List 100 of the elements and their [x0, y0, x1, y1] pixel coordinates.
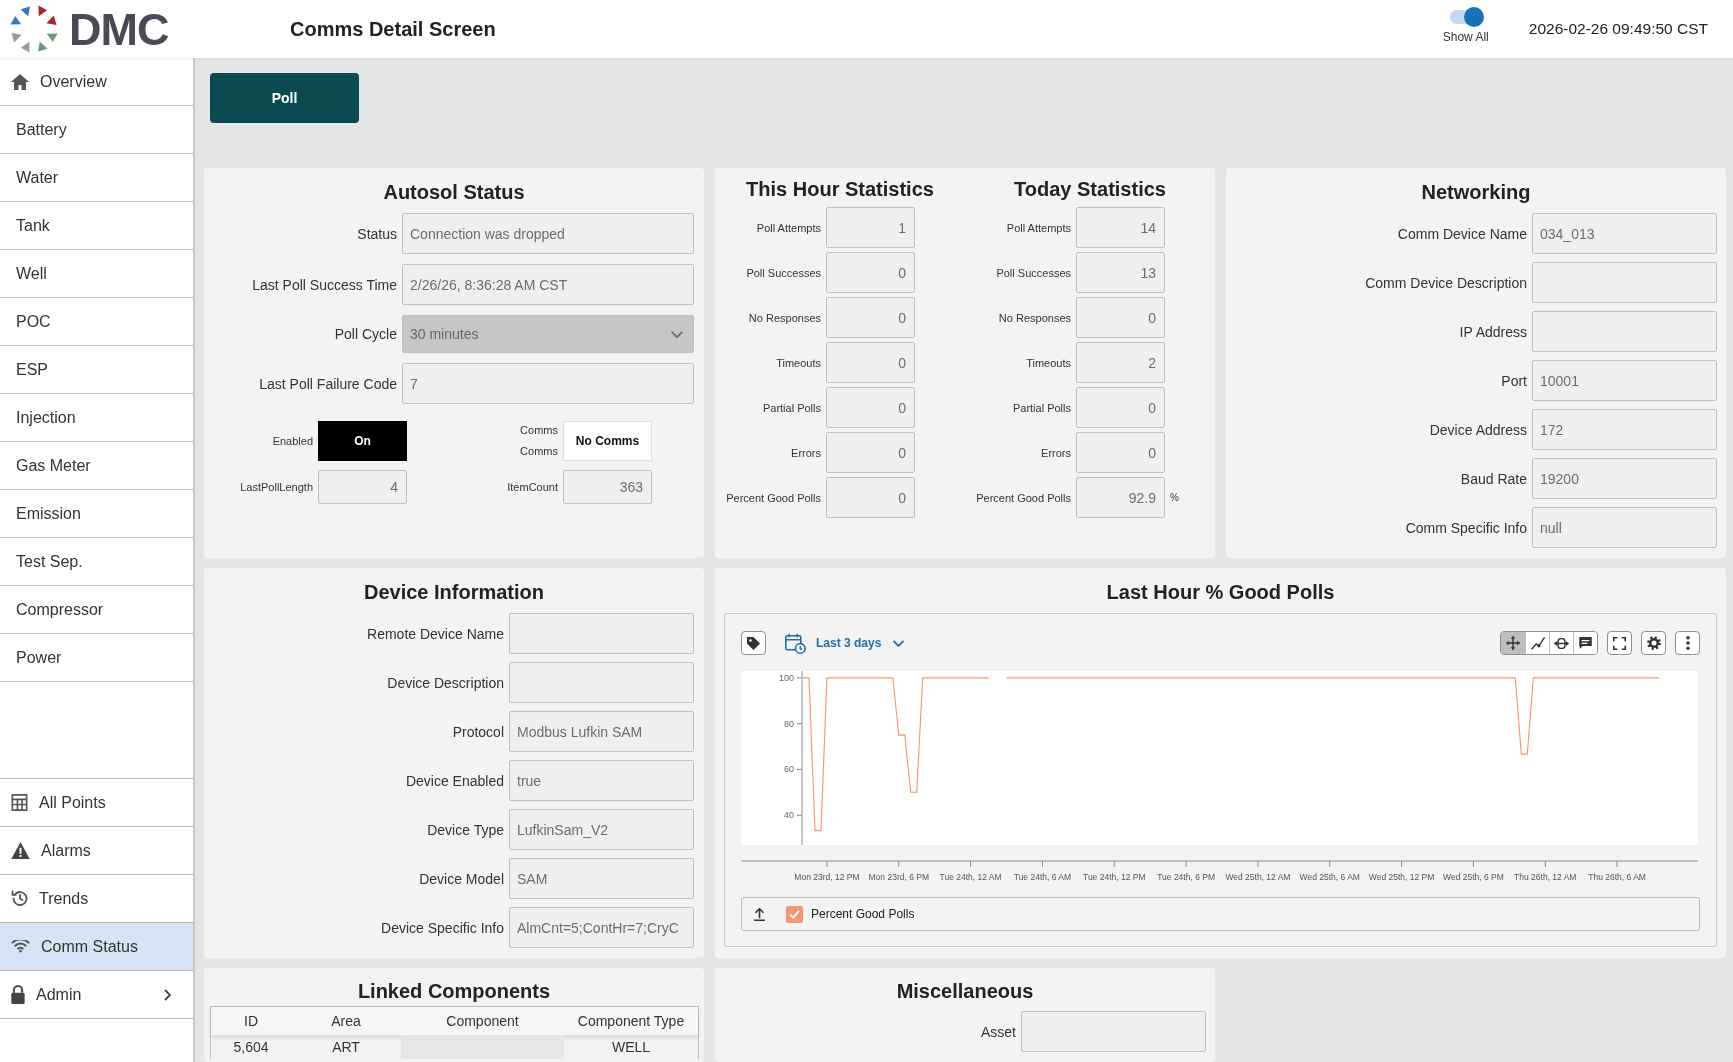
input-field[interactable]: SAM — [509, 858, 694, 899]
field-label: Last Poll Success Time — [251, 276, 397, 293]
nav-item[interactable]: Comm Status — [0, 923, 193, 971]
input-field[interactable]: 2/26/26, 8:36:28 AM CST — [402, 264, 694, 305]
input-field[interactable]: 0 — [826, 342, 915, 383]
input-field[interactable] — [1532, 262, 1717, 303]
warning-icon — [11, 842, 30, 859]
axis-tick-label: Wed 25th, 6 PM — [1443, 872, 1504, 882]
input-field[interactable]: 2 — [1076, 342, 1165, 383]
panel-title: Autosol Status — [382, 180, 526, 204]
legend-checkbox[interactable] — [786, 905, 803, 923]
chart-tool-button[interactable] — [1549, 632, 1573, 654]
input-field[interactable]: 0 — [1076, 387, 1165, 428]
field-label: Device Address — [1428, 421, 1527, 438]
input-field[interactable] — [1532, 311, 1717, 352]
input-field[interactable]: 0 — [826, 477, 915, 518]
input-field[interactable]: 0 — [826, 297, 915, 338]
field-label: Port — [1500, 372, 1527, 389]
input-field[interactable]: 14 — [1076, 207, 1165, 248]
field-label: IP Address — [1458, 323, 1527, 340]
range-link[interactable]: Last 3 days — [816, 636, 882, 650]
field-label: Device Specific Info — [380, 919, 504, 936]
field-label: Baud Rate — [1459, 470, 1527, 487]
chart-tool-button[interactable] — [1573, 632, 1597, 654]
input-field[interactable]: 363 — [563, 470, 652, 504]
input-field[interactable]: LufkinSam_V2 — [509, 809, 694, 850]
chart-tool-button[interactable] — [1501, 632, 1525, 654]
input-field[interactable]: Connection was dropped — [402, 213, 694, 254]
logo-text: DMC — [69, 6, 169, 52]
input-field[interactable] — [509, 662, 694, 703]
input-field[interactable]: 10001 — [1532, 360, 1717, 401]
field-label: Comm Device Description — [1364, 274, 1527, 291]
stat-label: Timeouts — [775, 356, 821, 369]
select-field[interactable]: 30 minutes — [402, 315, 694, 353]
axis-tick-label: Tue 24th, 12 PM — [1083, 872, 1146, 882]
column-header: Area — [330, 1013, 362, 1029]
chart-tool-button[interactable] — [1525, 632, 1549, 654]
column-header: Component Type — [576, 1013, 686, 1029]
input-field[interactable]: 0 — [1076, 432, 1165, 473]
tag-button[interactable] — [741, 631, 766, 655]
field-label: Device Description — [386, 674, 504, 691]
field-label: Last Poll Failure Code — [258, 375, 397, 392]
input-field[interactable]: 034_013 — [1532, 213, 1717, 254]
chart-line-icon — [1530, 636, 1545, 650]
stat-label: Percent Good Polls — [975, 491, 1071, 504]
stat-label: Errors — [1040, 446, 1071, 459]
input-field[interactable]: AlmCnt=5;ContHr=7;CryC — [509, 907, 694, 948]
input-field[interactable]: 1 — [826, 207, 915, 248]
counter-label: LastPollLength — [240, 479, 313, 495]
logo-icon — [10, 5, 58, 53]
move-icon — [1506, 636, 1520, 650]
axis-tick-label: Wed 25th, 12 PM — [1368, 872, 1435, 882]
input-field[interactable]: 7 — [402, 363, 694, 404]
panel-title: Linked Components — [356, 979, 552, 1003]
chevron-down-icon — [671, 330, 683, 338]
stat-label: Poll Attempts — [1005, 221, 1071, 234]
indicator-label: Enabled — [272, 433, 313, 449]
more-button[interactable] — [1675, 631, 1700, 655]
history-icon — [11, 890, 28, 907]
input-field[interactable] — [1021, 1011, 1206, 1052]
input-field[interactable]: 0 — [826, 387, 915, 428]
settings-button[interactable] — [1641, 631, 1666, 655]
input-field[interactable]: 0 — [826, 432, 915, 473]
input-field[interactable]: 92.9 — [1076, 477, 1165, 518]
axis-tick-label: 100 — [778, 672, 794, 683]
more-icon — [1685, 636, 1690, 650]
input-field[interactable]: 172 — [1532, 409, 1717, 450]
input-field[interactable]: 4 — [318, 470, 407, 504]
input-field[interactable]: Modbus Lufkin SAM — [509, 711, 694, 752]
axis-tick-label: Thu 26th, 12 AM — [1514, 872, 1577, 882]
input-field[interactable]: true — [509, 760, 694, 801]
comment-icon — [1579, 637, 1592, 649]
input-field[interactable]: null — [1532, 507, 1717, 548]
field-label: Comm Specific Info — [1404, 519, 1527, 536]
upload-icon — [753, 907, 766, 921]
field-label: Device Model — [418, 870, 504, 887]
poll-button[interactable]: Poll — [210, 73, 359, 123]
panel-title: Networking — [1420, 180, 1532, 204]
table-cell-text: ART — [331, 1038, 361, 1057]
column-header: ID — [243, 1013, 259, 1029]
input-field[interactable]: 19200 — [1532, 458, 1717, 499]
check-icon — [789, 909, 800, 919]
axis-tick-label: Tue 24th, 6 PM — [1157, 872, 1215, 882]
stat-label: No Responses — [997, 311, 1071, 324]
panel-title: This Hour Statistics — [745, 177, 935, 201]
input-field[interactable]: 13 — [1076, 252, 1165, 293]
field-label: Status — [356, 225, 397, 242]
stat-label: Poll Attempts — [755, 221, 821, 234]
wifi-icon — [11, 940, 30, 953]
stat-label: Poll Successes — [745, 266, 821, 279]
home-icon — [11, 73, 29, 90]
stat-label: Poll Successes — [995, 266, 1071, 279]
settings-icon — [1646, 636, 1661, 650]
fullscreen-button[interactable] — [1607, 631, 1632, 655]
input-field[interactable]: 0 — [826, 252, 915, 293]
input-field[interactable] — [509, 613, 694, 654]
toggle-label: Show All — [1442, 30, 1489, 44]
page-title: Comms Detail Screen — [290, 17, 496, 41]
axis-tick-label: Mon 23rd, 12 PM — [794, 872, 860, 882]
input-field[interactable]: 0 — [1076, 297, 1165, 338]
